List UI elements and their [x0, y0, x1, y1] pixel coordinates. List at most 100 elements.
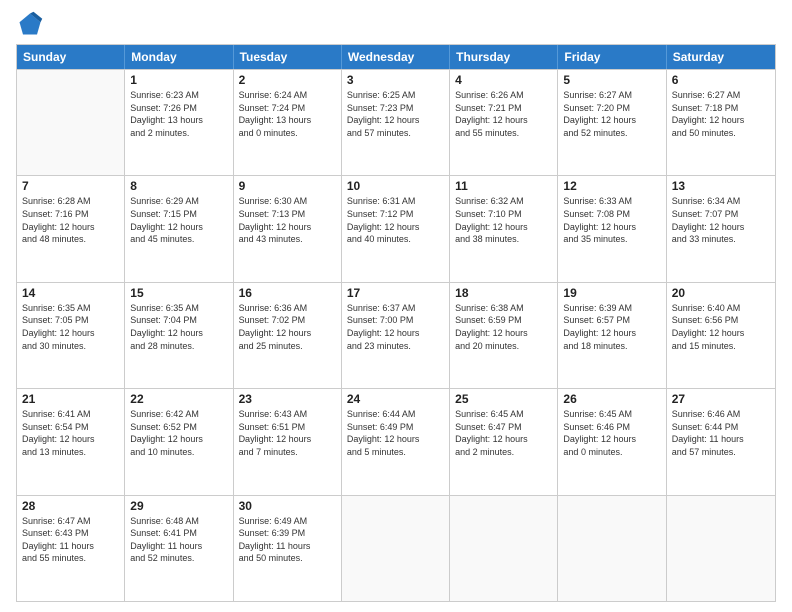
calendar-cell: 8 Sunrise: 6:29 AM Sunset: 7:15 PM Daylig…	[125, 176, 233, 281]
calendar-cell: 7 Sunrise: 6:28 AM Sunset: 7:16 PM Daylig…	[17, 176, 125, 281]
calendar-cell: 30 Sunrise: 6:49 AM Sunset: 6:39 PM Dayli…	[234, 496, 342, 601]
day-info: Sunrise: 6:29 AM Sunset: 7:15 PM Dayligh…	[130, 195, 227, 245]
calendar-cell: 16Sunrise: 6:36 AM Sunset: 7:02 PM Dayli…	[234, 283, 342, 388]
calendar-cell: 14Sunrise: 6:35 AM Sunset: 7:05 PM Dayli…	[17, 283, 125, 388]
day-info: Sunrise: 6:44 AM Sunset: 6:49 PM Dayligh…	[347, 408, 444, 458]
calendar-body: 1 Sunrise: 6:23 AM Sunset: 7:26 PM Daylig…	[17, 69, 775, 601]
day-info: Sunrise: 6:28 AM Sunset: 7:16 PM Dayligh…	[22, 195, 119, 245]
day-number: 28	[22, 499, 119, 513]
day-info: Sunrise: 6:35 AM Sunset: 7:04 PM Dayligh…	[130, 302, 227, 352]
day-number: 3	[347, 73, 444, 87]
day-info: Sunrise: 6:36 AM Sunset: 7:02 PM Dayligh…	[239, 302, 336, 352]
day-number: 18	[455, 286, 552, 300]
calendar-cell: 21 Sunrise: 6:41 AM Sunset: 6:54 PM Dayli…	[17, 389, 125, 494]
calendar-cell: 28 Sunrise: 6:47 AM Sunset: 6:43 PM Dayli…	[17, 496, 125, 601]
day-number: 29	[130, 499, 227, 513]
page: SundayMondayTuesdayWednesdayThursdayFrid…	[0, 0, 792, 612]
day-info: Sunrise: 6:48 AM Sunset: 6:41 PM Dayligh…	[130, 515, 227, 565]
day-info: Sunrise: 6:38 AM Sunset: 6:59 PM Dayligh…	[455, 302, 552, 352]
day-info: Sunrise: 6:42 AM Sunset: 6:52 PM Dayligh…	[130, 408, 227, 458]
header-day-wednesday: Wednesday	[342, 45, 450, 69]
day-info: Sunrise: 6:43 AM Sunset: 6:51 PM Dayligh…	[239, 408, 336, 458]
day-number: 25	[455, 392, 552, 406]
day-info: Sunrise: 6:41 AM Sunset: 6:54 PM Dayligh…	[22, 408, 119, 458]
calendar-cell: 17Sunrise: 6:37 AM Sunset: 7:00 PM Dayli…	[342, 283, 450, 388]
calendar-cell: 6 Sunrise: 6:27 AM Sunset: 7:18 PM Daylig…	[667, 70, 775, 175]
day-number: 24	[347, 392, 444, 406]
day-number: 1	[130, 73, 227, 87]
day-info: Sunrise: 6:27 AM Sunset: 7:20 PM Dayligh…	[563, 89, 660, 139]
logo-icon	[16, 10, 44, 38]
calendar-cell: 10Sunrise: 6:31 AM Sunset: 7:12 PM Dayli…	[342, 176, 450, 281]
day-number: 23	[239, 392, 336, 406]
day-number: 5	[563, 73, 660, 87]
day-number: 21	[22, 392, 119, 406]
header-day-monday: Monday	[125, 45, 233, 69]
day-info: Sunrise: 6:46 AM Sunset: 6:44 PM Dayligh…	[672, 408, 770, 458]
calendar-cell: 1 Sunrise: 6:23 AM Sunset: 7:26 PM Daylig…	[125, 70, 233, 175]
day-info: Sunrise: 6:45 AM Sunset: 6:46 PM Dayligh…	[563, 408, 660, 458]
calendar-cell: 9 Sunrise: 6:30 AM Sunset: 7:13 PM Daylig…	[234, 176, 342, 281]
day-number: 7	[22, 179, 119, 193]
calendar-week-2: 7 Sunrise: 6:28 AM Sunset: 7:16 PM Daylig…	[17, 175, 775, 281]
calendar-cell: 12 Sunrise: 6:33 AM Sunset: 7:08 PM Dayli…	[558, 176, 666, 281]
day-info: Sunrise: 6:25 AM Sunset: 7:23 PM Dayligh…	[347, 89, 444, 139]
day-number: 19	[563, 286, 660, 300]
calendar-cell: 18 Sunrise: 6:38 AM Sunset: 6:59 PM Dayli…	[450, 283, 558, 388]
calendar-header: SundayMondayTuesdayWednesdayThursdayFrid…	[17, 45, 775, 69]
day-info: Sunrise: 6:24 AM Sunset: 7:24 PM Dayligh…	[239, 89, 336, 139]
calendar-cell: 11 Sunrise: 6:32 AM Sunset: 7:10 PM Dayli…	[450, 176, 558, 281]
calendar-cell: 25 Sunrise: 6:45 AM Sunset: 6:47 PM Dayli…	[450, 389, 558, 494]
day-number: 8	[130, 179, 227, 193]
day-number: 11	[455, 179, 552, 193]
calendar-cell: 15Sunrise: 6:35 AM Sunset: 7:04 PM Dayli…	[125, 283, 233, 388]
calendar-cell: 4Sunrise: 6:26 AM Sunset: 7:21 PM Daylig…	[450, 70, 558, 175]
calendar-cell: 20 Sunrise: 6:40 AM Sunset: 6:56 PM Dayli…	[667, 283, 775, 388]
calendar-cell: 24 Sunrise: 6:44 AM Sunset: 6:49 PM Dayli…	[342, 389, 450, 494]
header-day-friday: Friday	[558, 45, 666, 69]
calendar-cell	[17, 70, 125, 175]
calendar-cell	[667, 496, 775, 601]
day-number: 2	[239, 73, 336, 87]
calendar-cell	[342, 496, 450, 601]
day-info: Sunrise: 6:27 AM Sunset: 7:18 PM Dayligh…	[672, 89, 770, 139]
day-info: Sunrise: 6:47 AM Sunset: 6:43 PM Dayligh…	[22, 515, 119, 565]
header-day-sunday: Sunday	[17, 45, 125, 69]
day-number: 26	[563, 392, 660, 406]
calendar-cell	[450, 496, 558, 601]
calendar-cell: 5 Sunrise: 6:27 AM Sunset: 7:20 PM Daylig…	[558, 70, 666, 175]
calendar-week-5: 28 Sunrise: 6:47 AM Sunset: 6:43 PM Dayli…	[17, 495, 775, 601]
day-number: 30	[239, 499, 336, 513]
day-number: 4	[455, 73, 552, 87]
logo	[16, 10, 48, 38]
header-day-tuesday: Tuesday	[234, 45, 342, 69]
calendar-cell: 2 Sunrise: 6:24 AM Sunset: 7:24 PM Daylig…	[234, 70, 342, 175]
calendar-cell: 19 Sunrise: 6:39 AM Sunset: 6:57 PM Dayli…	[558, 283, 666, 388]
day-number: 14	[22, 286, 119, 300]
calendar-week-3: 14Sunrise: 6:35 AM Sunset: 7:05 PM Dayli…	[17, 282, 775, 388]
day-info: Sunrise: 6:39 AM Sunset: 6:57 PM Dayligh…	[563, 302, 660, 352]
day-number: 12	[563, 179, 660, 193]
day-number: 10	[347, 179, 444, 193]
calendar-week-4: 21 Sunrise: 6:41 AM Sunset: 6:54 PM Dayli…	[17, 388, 775, 494]
day-info: Sunrise: 6:45 AM Sunset: 6:47 PM Dayligh…	[455, 408, 552, 458]
day-info: Sunrise: 6:34 AM Sunset: 7:07 PM Dayligh…	[672, 195, 770, 245]
header-day-saturday: Saturday	[667, 45, 775, 69]
day-info: Sunrise: 6:37 AM Sunset: 7:00 PM Dayligh…	[347, 302, 444, 352]
day-info: Sunrise: 6:32 AM Sunset: 7:10 PM Dayligh…	[455, 195, 552, 245]
day-info: Sunrise: 6:49 AM Sunset: 6:39 PM Dayligh…	[239, 515, 336, 565]
day-number: 6	[672, 73, 770, 87]
day-info: Sunrise: 6:33 AM Sunset: 7:08 PM Dayligh…	[563, 195, 660, 245]
calendar-cell	[558, 496, 666, 601]
header-day-thursday: Thursday	[450, 45, 558, 69]
day-info: Sunrise: 6:30 AM Sunset: 7:13 PM Dayligh…	[239, 195, 336, 245]
day-number: 9	[239, 179, 336, 193]
day-info: Sunrise: 6:23 AM Sunset: 7:26 PM Dayligh…	[130, 89, 227, 139]
calendar-cell: 26 Sunrise: 6:45 AM Sunset: 6:46 PM Dayli…	[558, 389, 666, 494]
calendar: SundayMondayTuesdayWednesdayThursdayFrid…	[16, 44, 776, 602]
calendar-week-1: 1 Sunrise: 6:23 AM Sunset: 7:26 PM Daylig…	[17, 69, 775, 175]
calendar-cell: 3 Sunrise: 6:25 AM Sunset: 7:23 PM Daylig…	[342, 70, 450, 175]
day-number: 20	[672, 286, 770, 300]
day-info: Sunrise: 6:40 AM Sunset: 6:56 PM Dayligh…	[672, 302, 770, 352]
calendar-cell: 22Sunrise: 6:42 AM Sunset: 6:52 PM Dayli…	[125, 389, 233, 494]
